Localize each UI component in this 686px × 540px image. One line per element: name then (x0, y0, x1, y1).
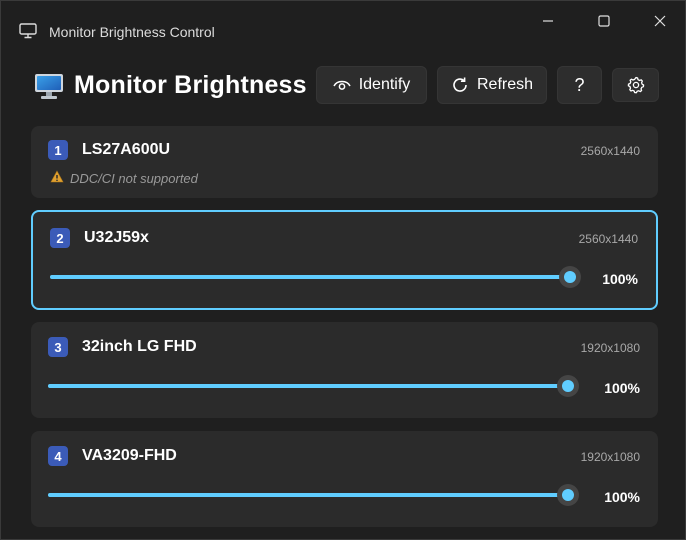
minimize-button[interactable] (525, 7, 571, 35)
monitor-name: U32J59x (84, 229, 149, 246)
warning-text: DDC/CI not supported (70, 170, 198, 186)
slider-thumb[interactable] (557, 375, 579, 397)
title-bar: Monitor Brightness Control (1, 1, 685, 57)
help-button[interactable]: ? (557, 66, 602, 104)
identify-label: Identify (358, 76, 411, 93)
slider-fill (50, 275, 570, 279)
monitor-resolution: 2560x1440 (580, 144, 640, 158)
refresh-icon (451, 76, 469, 94)
slider-fill (48, 493, 568, 497)
brightness-value: 100% (602, 271, 638, 287)
settings-button[interactable] (612, 68, 659, 102)
slider-thumb[interactable] (557, 484, 579, 506)
monitor-icon (19, 23, 37, 39)
monitor-name: 32inch LG FHD (82, 338, 197, 355)
monitor-card-4[interactable]: 4 VA3209-FHD 1920x1080 100% (31, 431, 658, 527)
identify-button[interactable]: Identify (316, 66, 427, 104)
monitor-number-badge: 4 (48, 446, 68, 466)
brightness-slider[interactable] (48, 375, 579, 397)
monitor-resolution: 2560x1440 (578, 232, 638, 246)
brightness-slider[interactable] (50, 266, 581, 288)
refresh-button[interactable]: Refresh (437, 66, 547, 104)
monitor-name: LS27A600U (82, 141, 171, 158)
monitor-number-badge: 1 (48, 140, 68, 160)
monitor-resolution: 1920x1080 (580, 341, 640, 355)
monitor-number-badge: 3 (48, 337, 68, 357)
brightness-value: 100% (604, 489, 640, 505)
monitor-number-badge: 2 (50, 228, 70, 248)
warning-icon (50, 170, 64, 186)
refresh-label: Refresh (476, 76, 534, 93)
minimize-icon (542, 15, 554, 27)
brightness-slider[interactable] (48, 484, 579, 506)
monitor-card-2[interactable]: 2 U32J59x 2560x1440 100% (31, 210, 658, 310)
monitor-resolution: 1920x1080 (580, 450, 640, 464)
app-window: Monitor Brightness Control Monitor Brigh… (0, 0, 686, 540)
page-title: Monitor Brightness (74, 71, 307, 99)
slider-fill (48, 384, 568, 388)
close-button[interactable] (637, 7, 683, 35)
maximize-icon (598, 15, 610, 27)
monitor-card-1[interactable]: 1 LS27A600U 2560x1440 DDC/CI not support… (31, 126, 658, 198)
ddc-warning: DDC/CI not supported (50, 170, 198, 186)
close-icon (654, 15, 666, 27)
gear-icon (627, 76, 645, 94)
brightness-value: 100% (604, 380, 640, 396)
monitor-card-3[interactable]: 3 32inch LG FHD 1920x1080 100% (31, 322, 658, 418)
monitor-header-icon (34, 73, 64, 101)
slider-thumb[interactable] (559, 266, 581, 288)
help-label: ? (574, 74, 585, 95)
maximize-button[interactable] (581, 7, 627, 35)
monitor-name: VA3209-FHD (82, 447, 177, 464)
window-title: Monitor Brightness Control (49, 24, 215, 40)
eye-icon (333, 78, 351, 92)
